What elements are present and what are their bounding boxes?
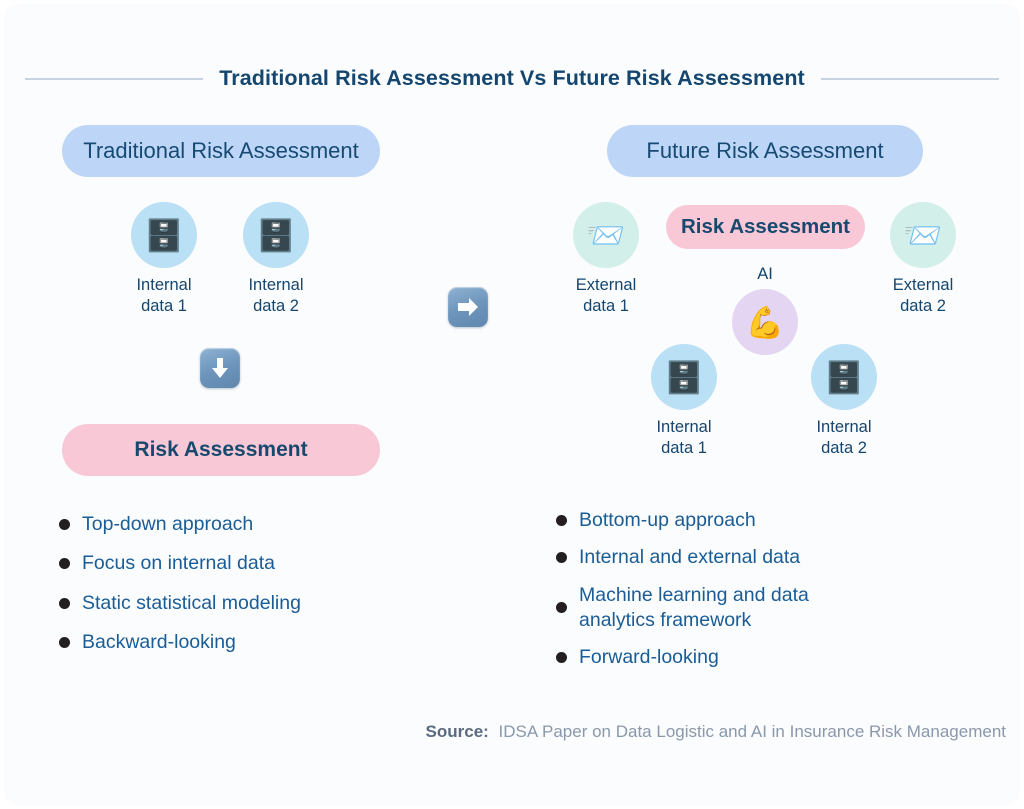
down-arrow-icon xyxy=(200,348,240,388)
node-label: Internal data 2 xyxy=(816,418,872,457)
node-internal-data-2-left: 🗄️ Internal data 2 xyxy=(216,202,336,317)
source-line: Source: IDSA Paper on Data Logistic and … xyxy=(4,722,1020,742)
ai-label: AI xyxy=(757,265,773,283)
list-item: Forward-looking xyxy=(556,645,986,670)
file-cabinet-icon: 🗄️ xyxy=(131,202,197,268)
node-internal-data-1-left: 🗄️ Internal data 1 xyxy=(104,202,224,317)
panel-heading-traditional: Traditional Risk Assessment xyxy=(62,125,380,177)
title-rule-right xyxy=(820,77,999,80)
bullet-dot-icon xyxy=(556,601,567,613)
bullet-dot-icon xyxy=(556,552,567,564)
bullet-text: Backward-looking xyxy=(82,631,236,654)
node-ai: AI 💪 xyxy=(705,265,825,355)
list-item: Focus on internal data xyxy=(59,551,489,576)
file-cabinet-icon: 🗄️ xyxy=(651,344,717,410)
right-arrow-icon xyxy=(448,287,488,327)
list-item: Internal and external data xyxy=(556,545,986,570)
bullet-text: Focus on internal data xyxy=(82,552,275,575)
inbox-envelope-icon: 📨 xyxy=(890,202,956,268)
result-pill-risk-assessment-left: Risk Assessment xyxy=(62,424,380,476)
bullet-list-traditional: Top-down approach Focus on internal data… xyxy=(59,512,489,669)
list-item: Bottom-up approach xyxy=(556,508,986,533)
node-label: External data 2 xyxy=(892,276,954,315)
bullet-dot-icon xyxy=(59,597,70,609)
bullet-dot-icon xyxy=(59,637,70,649)
result-pill-risk-assessment-right: Risk Assessment xyxy=(666,205,865,249)
infographic-card: Traditional Risk Assessment Vs Future Ri… xyxy=(4,4,1020,805)
bullet-dot-icon xyxy=(59,519,70,530)
node-label: Internal data 1 xyxy=(656,418,712,457)
bullet-text: Bottom-up approach xyxy=(579,509,756,531)
bullet-dot-icon xyxy=(59,558,70,570)
bullet-dot-icon xyxy=(556,515,567,526)
node-label: External data 1 xyxy=(575,276,637,315)
list-item: Static statistical modeling xyxy=(59,591,489,616)
bullet-dot-icon xyxy=(556,652,567,664)
node-internal-data-1-right: 🗄️ Internal data 1 xyxy=(624,344,744,459)
node-internal-data-2-right: 🗄️ Internal data 2 xyxy=(784,344,904,459)
bullet-text: Forward-looking xyxy=(579,646,719,669)
bullet-text: Machine learning and data analytics fram… xyxy=(579,583,809,632)
page-title-row: Traditional Risk Assessment Vs Future Ri… xyxy=(4,66,1020,91)
file-cabinet-icon: 🗄️ xyxy=(811,344,877,410)
panel-heading-future: Future Risk Assessment xyxy=(607,125,923,177)
node-label: Internal data 1 xyxy=(136,276,192,315)
file-cabinet-icon: 🗄️ xyxy=(243,202,309,268)
title-rule-left xyxy=(25,77,204,80)
node-external-data-1: 📨 External data 1 xyxy=(546,202,666,317)
node-external-data-2: 📨 External data 2 xyxy=(863,202,983,317)
inbox-envelope-icon: 📨 xyxy=(573,202,639,268)
node-label: Internal data 2 xyxy=(248,276,304,315)
source-reference: IDSA Paper on Data Logistic and AI in In… xyxy=(498,722,1006,741)
list-item: Top-down approach xyxy=(59,512,489,537)
bullet-text: Internal and external data xyxy=(579,546,801,569)
bullet-list-future: Bottom-up approach Internal and external… xyxy=(556,508,986,683)
list-item: Machine learning and data analytics fram… xyxy=(556,583,986,634)
page-title: Traditional Risk Assessment Vs Future Ri… xyxy=(219,66,805,90)
bullet-text: Static statistical modeling xyxy=(82,591,301,614)
list-item: Backward-looking xyxy=(59,630,489,655)
bullet-text: Top-down approach xyxy=(82,513,254,535)
source-label: Source: xyxy=(425,722,489,741)
